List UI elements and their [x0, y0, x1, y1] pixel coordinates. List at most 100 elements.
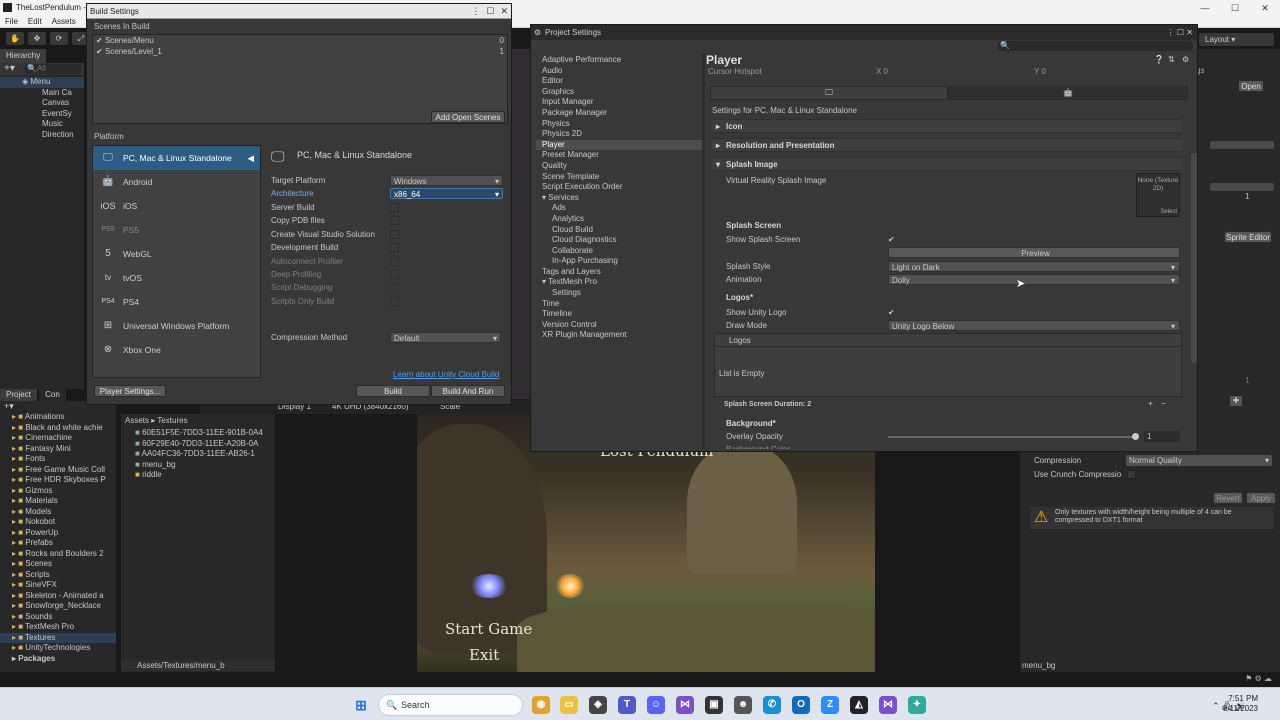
folder-item[interactable]: ▸ ■ Cinemachine [0, 433, 116, 444]
platform-item-uwp[interactable]: ⊞ Universal Windows Platform [93, 314, 260, 338]
settings-nav-item[interactable]: Version Control [536, 320, 702, 331]
folder-item[interactable]: ▸ ■ Prefabs [0, 538, 116, 549]
opacity-slider-track[interactable] [888, 436, 1136, 438]
unity-icon[interactable]: ◭ [850, 696, 868, 714]
folder-item[interactable]: ▸ ■ Animations [0, 412, 116, 423]
settings-nav-item[interactable]: In-App Purchasing [536, 256, 702, 267]
unity-hub-icon[interactable]: ◈ [589, 696, 607, 714]
platform-item-tvos[interactable]: tv tvOS [93, 266, 260, 290]
maximize-icon[interactable]: ☐ [1177, 28, 1186, 37]
maximize-icon[interactable]: ☐ [486, 6, 494, 16]
folder-item[interactable]: ▸ ■ PowerUp [0, 528, 116, 539]
discord-icon[interactable]: ☺ [647, 696, 665, 714]
list-add-icon[interactable]: + [1148, 399, 1153, 408]
folder-item[interactable]: ▸ ■ Black and white achie [0, 423, 116, 434]
tab-hierarchy[interactable]: Hierarchy [0, 49, 47, 63]
player-settings-button[interactable]: Player Settings... [94, 385, 166, 397]
file-item[interactable]: ■ AA04FC36-7DD3-11EE-AB26-1 [121, 449, 275, 460]
platform-item-ios[interactable]: iOS iOS [93, 194, 260, 218]
folder-item[interactable]: ▸ ■ Fonts [0, 454, 116, 465]
add-open-scenes-button[interactable]: Add Open Scenes [431, 111, 505, 123]
taskbar-clock[interactable]: 7:51 PM 8/11/2023 [1223, 694, 1258, 714]
folder-item[interactable]: ▸ ■ Nokobot [0, 517, 116, 528]
folder-item[interactable]: ▸ ■ Models [0, 507, 116, 518]
platform-item-ps5[interactable]: PS5 PS5 [93, 218, 260, 242]
script-debugging-checkbox[interactable] [390, 283, 399, 292]
opacity-value-field[interactable]: 1 [1144, 431, 1180, 442]
folder-item[interactable]: ▸ ■ UnityTechnologies [0, 643, 116, 654]
platform-item-webgl[interactable]: 5 WebGL [93, 242, 260, 266]
tab-standalone[interactable]: 🖵 [710, 86, 948, 100]
preset-icon[interactable]: ⇅ [1168, 55, 1175, 64]
target-platform-dropdown[interactable]: Windows [390, 175, 503, 187]
folder-item[interactable]: ▸ ■ Free HDR Skyboxes P [0, 475, 116, 486]
settings-nav-item[interactable]: Script Execution Order [536, 182, 702, 193]
hand-tool-icon[interactable]: ✋ [6, 32, 24, 45]
close-icon[interactable]: ✕ [500, 6, 508, 16]
platform-item-ps4[interactable]: PS4 PS4 [93, 290, 260, 314]
settings-nav-item[interactable]: ▾ TextMesh Pro [536, 277, 702, 288]
app-icon[interactable]: ▣ [705, 696, 723, 714]
autoconnect-profiler-checkbox[interactable] [390, 257, 399, 266]
help-icon[interactable]: ❔ [1154, 55, 1164, 64]
vr-splash-texture-field[interactable]: None (Texture 2D) Select [1136, 173, 1180, 217]
folder-item[interactable]: ▸ ■ TextMesh Pro [0, 622, 116, 633]
settings-nav-item[interactable]: Collaborate [536, 246, 702, 257]
visual-studio-icon[interactable]: ⋈ [879, 696, 897, 714]
close-icon[interactable]: ✕ [1186, 28, 1193, 37]
hierarchy-item[interactable]: Main Ca [0, 88, 84, 99]
settings-nav-item[interactable]: Adaptive Performance [536, 55, 702, 66]
settings-nav-item[interactable]: Physics [536, 119, 702, 130]
settings-nav-item[interactable]: Quality [536, 161, 702, 172]
settings-nav-item[interactable]: Graphics [536, 87, 702, 98]
build-button[interactable]: Build [356, 385, 430, 397]
plus-icon[interactable]: ✚ [1230, 396, 1242, 406]
folder-item[interactable]: ▸ ■ Scenes [0, 559, 116, 570]
start-game-button[interactable]: Start Game [445, 620, 532, 638]
add-icon[interactable]: +▾ [4, 401, 14, 412]
maximize-button[interactable]: ☐ [1220, 0, 1250, 16]
scripts-only-build-checkbox[interactable] [390, 297, 399, 306]
outlook-icon[interactable]: O [792, 696, 810, 714]
start-icon[interactable]: ⊞ [352, 696, 370, 714]
settings-nav-item[interactable]: Scene Template [536, 172, 702, 183]
inspector-field[interactable] [1210, 183, 1274, 191]
hierarchy-item[interactable]: Direction [0, 130, 84, 141]
compression-dropdown[interactable]: Normal Quality ▾ [1126, 455, 1272, 466]
copy-pdb-checkbox[interactable] [390, 216, 399, 225]
file-item[interactable]: ■ 60E51F5E-7DD3-11EE-901B-0A4 [121, 428, 275, 439]
scene-row[interactable]: ✔ Scenes/Menu 0 [93, 35, 507, 46]
hierarchy-item[interactable]: ◈ Menu [0, 77, 84, 88]
icon-section[interactable]: Icon [712, 119, 1182, 134]
compression-method-dropdown[interactable]: Default [390, 332, 501, 344]
folder-item[interactable]: ▸ ■ Scripts [0, 570, 116, 581]
settings-nav-item[interactable]: Player [536, 139, 702, 151]
folder-item[interactable]: ▸ ■ Fantasy Mini [0, 444, 116, 455]
file-item[interactable]: ■ menu_bg [121, 460, 275, 471]
settings-nav-item[interactable]: Tags and Layers [536, 267, 702, 278]
folder-item[interactable]: ▸ ■ Textures [0, 632, 116, 643]
settings-nav-item[interactable]: Settings [536, 288, 702, 299]
exit-button[interactable]: Exit [469, 646, 499, 664]
settings-scrollbar[interactable] [1191, 153, 1197, 363]
menu-assets[interactable]: Assets [52, 16, 76, 28]
folder-item[interactable]: ▸ ■ Materials [0, 496, 116, 507]
settings-nav-item[interactable]: XR Plugin Management [536, 330, 702, 341]
file-item[interactable]: ■ 60F29E40-7DD3-11EE-A20B-0A [121, 439, 275, 450]
preview-button[interactable]: Preview [888, 247, 1180, 258]
deep-profiling-checkbox[interactable] [390, 270, 399, 279]
create-vs-checkbox[interactable] [390, 230, 399, 239]
development-build-checkbox[interactable] [390, 243, 399, 252]
settings-nav-item[interactable]: Analytics [536, 214, 702, 225]
app-icon[interactable]: ☻ [734, 696, 752, 714]
folder-item[interactable]: ▸ ■ Snowforge_Necklace [0, 601, 116, 612]
settings-nav-item[interactable]: Editor [536, 76, 702, 87]
opacity-slider-thumb[interactable] [1132, 433, 1139, 440]
settings-nav-item[interactable]: Cloud Build [536, 225, 702, 236]
settings-search-input[interactable]: 🔍 [997, 41, 1193, 51]
inspector-field[interactable] [1210, 141, 1274, 149]
list-remove-icon[interactable]: − [1161, 399, 1166, 408]
settings-nav-item[interactable]: Preset Manager [536, 150, 702, 161]
scene-row[interactable]: ✔ Scenes/Level_1 1 [93, 46, 507, 57]
visual-studio-icon[interactable]: ⋈ [676, 696, 694, 714]
